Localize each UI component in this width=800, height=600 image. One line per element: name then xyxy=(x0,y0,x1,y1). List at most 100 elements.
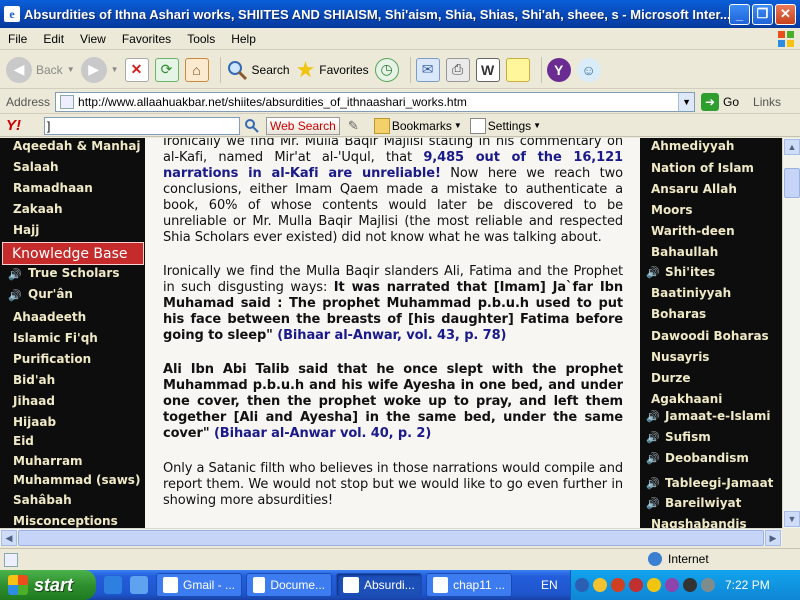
nav-link-jihaad[interactable]: Jihaad xyxy=(13,394,55,408)
messenger-tray-icon[interactable] xyxy=(647,578,661,592)
nav-link-tableegi-jamaat[interactable]: Tableegi-Jamaat xyxy=(665,476,773,490)
notes-icon[interactable] xyxy=(505,57,530,82)
ie-quicklaunch-icon[interactable] xyxy=(104,576,122,594)
nav-link-ramadhaan[interactable]: Ramadhaan xyxy=(13,181,93,195)
edit-word-icon[interactable]: W xyxy=(475,57,500,82)
mail-icon[interactable]: ✉ xyxy=(415,57,440,82)
task-chap11[interactable]: chap11 ... xyxy=(426,573,512,597)
scroll-up-icon[interactable]: ▲ xyxy=(784,139,800,155)
nav-link-misconceptions[interactable]: Misconceptions xyxy=(13,514,118,528)
nav-link-durze[interactable]: Durze xyxy=(651,371,691,385)
settings-button[interactable]: Settings ▼ xyxy=(469,117,541,134)
nav-link-aqeedah[interactable]: Aqeedah & Manhaj xyxy=(13,139,141,153)
search-button[interactable]: Search xyxy=(226,59,290,81)
nav-link-bareilwiyat[interactable]: Bareilwiyat xyxy=(665,496,741,510)
desktop-quicklaunch-icon[interactable] xyxy=(130,576,148,594)
nav-link-purification[interactable]: Purification xyxy=(13,352,91,366)
menu-view[interactable]: View xyxy=(72,32,114,46)
nav-link-moors[interactable]: Moors xyxy=(651,203,693,217)
vertical-scroll-thumb[interactable] xyxy=(784,168,800,198)
stop-icon[interactable]: ✕ xyxy=(124,57,149,82)
minimize-button[interactable]: _ xyxy=(729,3,750,25)
shield-icon[interactable] xyxy=(593,578,607,592)
tray-arrow-icon[interactable] xyxy=(575,578,589,592)
forward-button[interactable]: ▶ ▼ xyxy=(80,56,119,83)
links-button[interactable]: Links xyxy=(753,95,781,109)
nav-link-warith-deen[interactable]: Warith-deen xyxy=(651,224,735,238)
go-button[interactable]: ➜ Go xyxy=(701,92,739,111)
nav-link-sufism[interactable]: Sufism xyxy=(665,430,711,444)
clock[interactable]: 7:22 PM xyxy=(725,578,770,592)
nav-link-hijaab[interactable]: Hijaab xyxy=(13,415,56,429)
nav-link-baatiniyyah[interactable]: Baatiniyyah xyxy=(651,286,731,300)
menu-file[interactable]: File xyxy=(0,32,35,46)
scroll-left-icon[interactable]: ◀ xyxy=(1,530,17,546)
print-icon[interactable]: ⎙ xyxy=(445,57,470,82)
favorites-button[interactable]: ★ Favorites xyxy=(296,57,369,83)
task-document[interactable]: Docume... xyxy=(246,573,332,597)
home-icon[interactable]: ⌂ xyxy=(184,57,209,82)
nav-link-zakaah[interactable]: Zakaah xyxy=(13,202,63,216)
address-input[interactable]: http://www.allaahuakbar.net/shiites/absu… xyxy=(55,91,696,112)
nav-link-ahaadeeth[interactable]: Ahaadeeth xyxy=(13,310,86,324)
nav-link-naqshabandis[interactable]: Naqshabandis xyxy=(651,517,747,528)
nav-link-bidah[interactable]: Bid'ah xyxy=(13,373,55,387)
nav-link-shiites[interactable]: Shi'ites xyxy=(665,265,715,279)
nav-link-ahmediyyah[interactable]: Ahmediyyah xyxy=(651,139,734,153)
ie-logo-icon: e xyxy=(4,6,20,22)
back-arrow-icon: ◀ xyxy=(6,56,32,83)
task-absurdities[interactable]: Absurdi... xyxy=(336,573,422,597)
start-button[interactable]: start xyxy=(0,570,96,600)
web-search-button[interactable]: Web Search xyxy=(266,116,340,135)
scroll-right-icon[interactable]: ▶ xyxy=(765,530,781,546)
language-indicator[interactable]: EN xyxy=(541,578,558,592)
vertical-scrollbar[interactable]: ▲ ▼ xyxy=(782,138,800,528)
nav-link-agakhaani[interactable]: Agakhaani xyxy=(651,392,722,406)
search-icon[interactable] xyxy=(240,117,264,135)
speaker-tray-icon[interactable] xyxy=(683,578,697,592)
yahoo-logo[interactable]: Y! xyxy=(6,117,40,134)
horizontal-scrollbar[interactable]: ◀ ▶ xyxy=(0,528,782,546)
scroll-down-icon[interactable]: ▼ xyxy=(784,511,800,527)
tray-app-icon[interactable] xyxy=(611,578,625,592)
nav-link-quran[interactable]: Qur'ân xyxy=(28,287,73,301)
menu-help[interactable]: Help xyxy=(223,32,264,46)
address-dropdown-icon[interactable]: ▼ xyxy=(678,92,695,111)
horizontal-scroll-thumb[interactable] xyxy=(18,530,764,546)
menu-edit[interactable]: Edit xyxy=(35,32,72,46)
yahoo-search-input[interactable]: ] xyxy=(44,116,240,135)
menu-tools[interactable]: Tools xyxy=(179,32,223,46)
task-gmail[interactable]: Gmail - ... xyxy=(156,573,242,597)
maximize-button[interactable]: ❐ xyxy=(752,3,773,25)
yahoo-tray-icon[interactable] xyxy=(665,578,679,592)
nav-link-boharas[interactable]: Boharas xyxy=(651,307,706,321)
nav-link-nusayris[interactable]: Nusayris xyxy=(651,350,709,364)
yahoo-messenger-icon[interactable]: Y xyxy=(546,57,571,82)
nav-link-muhammad[interactable]: Muhammad (saws) xyxy=(13,473,140,487)
messenger-buddies-icon[interactable]: ☺ xyxy=(576,57,601,82)
menu-favorites[interactable]: Favorites xyxy=(114,32,179,46)
knowledge-base-header[interactable]: Knowledge Base xyxy=(2,242,144,265)
close-button[interactable]: ✕ xyxy=(775,3,796,25)
bookmarks-button[interactable]: Bookmarks ▼ xyxy=(373,117,462,134)
nav-link-jamaat-e-islami[interactable]: Jamaat-e-Islami xyxy=(665,409,771,423)
nav-link-nation-of-islam[interactable]: Nation of Islam xyxy=(651,161,754,175)
nav-link-hajj[interactable]: Hajj xyxy=(13,223,39,237)
nav-link-sahabah[interactable]: Sahâbah xyxy=(13,493,72,507)
nav-link-eid[interactable]: Eid xyxy=(13,434,34,448)
nav-link-islamic-fiqh[interactable]: Islamic Fi'qh xyxy=(13,331,98,345)
security-alert-icon[interactable] xyxy=(629,578,643,592)
network-tray-icon[interactable] xyxy=(701,578,715,592)
history-icon[interactable]: ◷ xyxy=(374,57,399,82)
nav-link-muharram[interactable]: Muharram xyxy=(13,454,83,468)
paragraph-conclusion: Only a Satanic filth who believes in tho… xyxy=(163,461,623,508)
nav-link-deobandism[interactable]: Deobandism xyxy=(665,451,749,465)
nav-link-bahaullah[interactable]: Bahaullah xyxy=(651,245,718,259)
pencil-button[interactable]: ✎ xyxy=(348,118,366,134)
nav-link-ansaru-allah[interactable]: Ansaru Allah xyxy=(651,182,737,196)
refresh-icon[interactable]: ⟳ xyxy=(154,57,179,82)
back-button[interactable]: ◀ Back ▼ xyxy=(6,56,75,83)
nav-link-dawoodi-boharas[interactable]: Dawoodi Boharas xyxy=(651,329,769,343)
nav-link-salaah[interactable]: Salaah xyxy=(13,160,59,174)
nav-link-true-scholars[interactable]: True Scholars xyxy=(28,266,119,280)
